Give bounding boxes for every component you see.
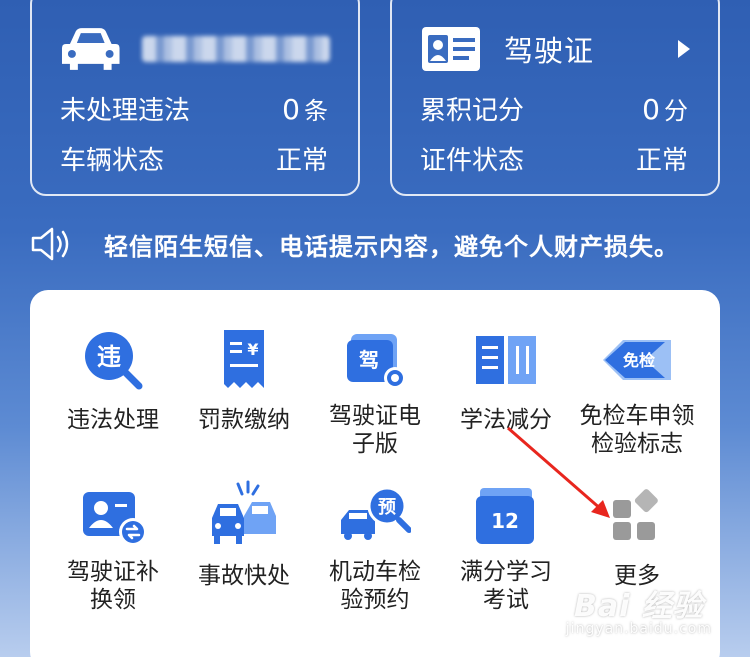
violation-icon-text: 违 (97, 343, 121, 371)
service-exempt-sticker[interactable]: 免检 免检车申领 检验标志 (568, 324, 706, 458)
exempt-badge-icon: 免检 (603, 340, 671, 380)
service-label: 驾驶证电 子版 (329, 403, 421, 457)
service-study-deduct[interactable]: 学法减分 (437, 324, 575, 434)
license-status-row: 证件状态 正常 (420, 140, 688, 177)
service-label: 违法处理 (67, 407, 159, 433)
service-label: 满分学习 考试 (460, 559, 552, 613)
license-status-label: 证件状态 (420, 146, 525, 176)
violations-count: 0条 (282, 93, 328, 126)
license-card-header: 驾驶证 (420, 20, 690, 78)
service-label: 驾驶证补 换领 (67, 559, 159, 613)
speaker-icon (31, 227, 69, 261)
violations-row: 未处理违法 0条 (60, 90, 328, 127)
vehicle-card-header (60, 20, 330, 78)
vehicle-status-value: 正常 (275, 146, 328, 176)
service-fine-payment[interactable]: ¥ 罚款缴纳 (175, 324, 313, 434)
service-label: 学法减分 (460, 407, 552, 433)
vehicle-card[interactable]: 未处理违法 0条 车辆状态 正常 (30, 0, 360, 196)
inspection-booking-icon: 预 (341, 486, 411, 540)
chevron-right-icon[interactable] (678, 40, 690, 58)
service-license-renew[interactable]: 驾驶证补 换领 (44, 480, 182, 614)
violation-search-icon: 违 (85, 332, 143, 390)
exam-icon-text: 12 (491, 509, 519, 533)
car-icon (61, 28, 120, 70)
license-renew-icon (83, 492, 147, 546)
more-grid-icon (613, 489, 658, 540)
study-book-icon (476, 336, 536, 384)
fine-icon-text: ¥ (247, 340, 258, 359)
violations-label: 未处理违法 (60, 96, 191, 126)
vehicle-status-label: 车辆状态 (60, 146, 165, 176)
service-accident-quick[interactable]: 事故快处 (175, 480, 313, 590)
service-full-score-study[interactable]: 12 满分学习 考试 (437, 480, 575, 614)
license-status-value: 正常 (635, 146, 688, 176)
notice-bar[interactable]: 轻信陌生短信、电话提示内容，避免个人财产损失。 (30, 222, 730, 266)
service-label: 罚款缴纳 (198, 407, 290, 433)
e-license-icon: 驾 (347, 334, 406, 389)
blurred-plate-number (141, 36, 330, 62)
exempt-icon-text: 免检 (623, 351, 655, 370)
service-violation-handling[interactable]: 违 违法处理 (44, 324, 182, 434)
booking-icon-text: 预 (378, 497, 396, 518)
watermark-sub: jingyan.baidu.com (565, 621, 712, 637)
license-card[interactable]: 驾驶证 累积记分 0分 证件状态 正常 (390, 0, 720, 196)
exam-calendar-icon: 12 (476, 488, 534, 544)
service-e-license[interactable]: 驾 驾驶证电 子版 (306, 324, 444, 458)
service-inspection-booking[interactable]: 预 机动车检 验预约 (306, 480, 444, 614)
vehicle-status-row: 车辆状态 正常 (60, 140, 328, 177)
e-license-icon-text: 驾 (359, 348, 379, 372)
points-row: 累积记分 0分 (420, 90, 688, 127)
license-card-title: 驾驶证 (504, 34, 595, 68)
baidu-jingyan-watermark: Bai 经验 jingyan.baidu.com (566, 581, 712, 637)
accident-cars-icon (212, 480, 276, 544)
service-label: 事故快处 (198, 563, 290, 589)
points-value: 0分 (642, 93, 688, 126)
points-label: 累积记分 (420, 96, 525, 126)
service-label: 机动车检 验预约 (329, 559, 421, 613)
service-label: 免检车申领 检验标志 (579, 403, 695, 457)
service-more[interactable]: 更多 (568, 480, 706, 590)
watermark-main: Bai 经验 (573, 589, 704, 624)
fine-receipt-icon: ¥ (224, 330, 264, 388)
notice-text: 轻信陌生短信、电话提示内容，避免个人财产损失。 (104, 232, 679, 261)
driver-license-icon (422, 27, 480, 71)
